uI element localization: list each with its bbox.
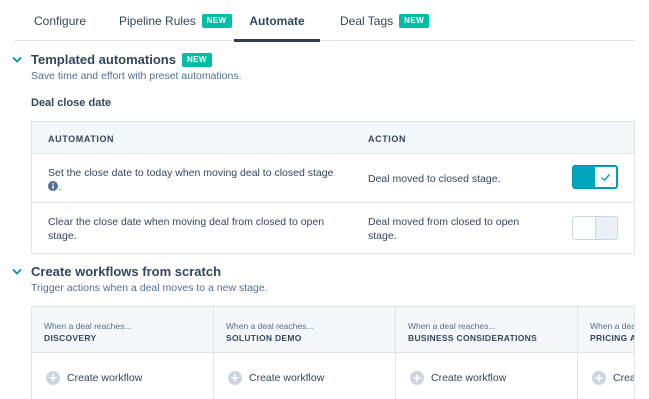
check-icon: [594, 166, 617, 188]
create-workflow-button[interactable]: Create workflow: [410, 371, 506, 385]
tab-bar: Configure Pipeline Rules NEW Automate De…: [14, 0, 635, 42]
create-workflow-label: Create workflow: [431, 372, 507, 384]
tab-label: Automate: [249, 13, 305, 28]
stage-card: When a deal reaches... PRICING A Create …: [578, 307, 635, 399]
tab-label: Deal Tags: [340, 13, 394, 28]
tab-label: Pipeline Rules: [119, 13, 196, 28]
plus-circle-icon: [46, 371, 60, 385]
stage-name: DISCOVERY: [44, 333, 97, 343]
stage-card: When a deal reaches... BUSINESS CONSIDER…: [396, 307, 578, 399]
table-row: Clear the close date when moving deal fr…: [32, 204, 634, 254]
stage-header: When a deal reaches... BUSINESS CONSIDER…: [396, 307, 577, 353]
section-subtitle: Save time and effort with preset automat…: [31, 70, 242, 82]
templated-automations-header[interactable]: Templated automations NEW: [11, 52, 212, 67]
new-badge: NEW: [201, 13, 232, 28]
plus-circle-icon: [592, 371, 606, 385]
stage-prefix: When a deal reaches...: [590, 321, 634, 331]
toggle-knob: [573, 217, 596, 239]
new-badge: NEW: [399, 13, 430, 28]
workflow-stages-grid: When a deal reaches... DISCOVERY Create …: [31, 306, 635, 399]
tab-pipeline-rules[interactable]: Pipeline Rules NEW: [119, 0, 232, 41]
create-workflow-label: Create workflow: [67, 372, 143, 384]
create-workflow-label: Create workflow: [613, 372, 634, 384]
stage-name: SOLUTION DEMO: [226, 333, 302, 343]
column-header-automation: AUTOMATION: [48, 134, 115, 144]
group-title: Deal close date: [31, 97, 112, 109]
table-header: AUTOMATION ACTION: [32, 122, 634, 154]
section-subtitle: Trigger actions when a deal moves to a n…: [31, 282, 268, 294]
stage-card: When a deal reaches... DISCOVERY Create …: [32, 307, 214, 399]
stage-prefix: When a deal reaches...: [408, 321, 496, 331]
column-header-action: ACTION: [368, 134, 407, 144]
toggle-switch-off[interactable]: [572, 216, 618, 240]
section-title: Templated automations: [31, 52, 176, 67]
create-workflows-header[interactable]: Create workflows from scratch: [11, 264, 221, 279]
section-title: Create workflows from scratch: [31, 264, 222, 279]
automation-text: Set the close date to today when moving …: [48, 167, 334, 179]
tab-deal-tags[interactable]: Deal Tags NEW: [340, 0, 430, 41]
tab-configure[interactable]: Configure: [34, 0, 86, 41]
automation-table: AUTOMATION ACTION Set the close date to …: [31, 121, 635, 254]
action-text: Deal moved to closed stage.: [368, 173, 501, 185]
stage-name: PRICING A: [590, 333, 635, 343]
tab-automate[interactable]: Automate: [234, 0, 320, 42]
automation-description: Clear the close date when moving deal fr…: [48, 216, 325, 242]
new-badge: NEW: [181, 52, 212, 67]
stage-header: When a deal reaches... PRICING A: [578, 307, 635, 353]
stage-prefix: When a deal reaches...: [226, 321, 314, 331]
create-workflow-label: Create workflow: [249, 372, 325, 384]
create-workflow-button[interactable]: Create workflow: [228, 371, 324, 385]
action-text: Deal moved from closed to open stage.: [368, 216, 520, 242]
chevron-down-icon[interactable]: [11, 54, 23, 66]
create-workflow-button[interactable]: Create workflow: [46, 371, 142, 385]
plus-circle-icon: [410, 371, 424, 385]
info-icon[interactable]: [48, 181, 58, 191]
stage-card: When a deal reaches... SOLUTION DEMO Cre…: [214, 307, 396, 399]
plus-circle-icon: [228, 371, 242, 385]
toggle-switch-on[interactable]: [572, 165, 618, 189]
stage-header: When a deal reaches... DISCOVERY: [32, 307, 213, 353]
automation-description: Set the close date to today when moving …: [48, 167, 334, 193]
create-workflow-button[interactable]: Create workflow: [592, 371, 634, 385]
table-row: Set the close date to today when moving …: [32, 154, 634, 203]
stage-prefix: When a deal reaches...: [44, 321, 132, 331]
stage-header: When a deal reaches... SOLUTION DEMO: [214, 307, 395, 353]
stage-name: BUSINESS CONSIDERATIONS: [408, 333, 538, 343]
chevron-down-icon[interactable]: [11, 266, 23, 278]
tab-label: Configure: [34, 13, 87, 28]
